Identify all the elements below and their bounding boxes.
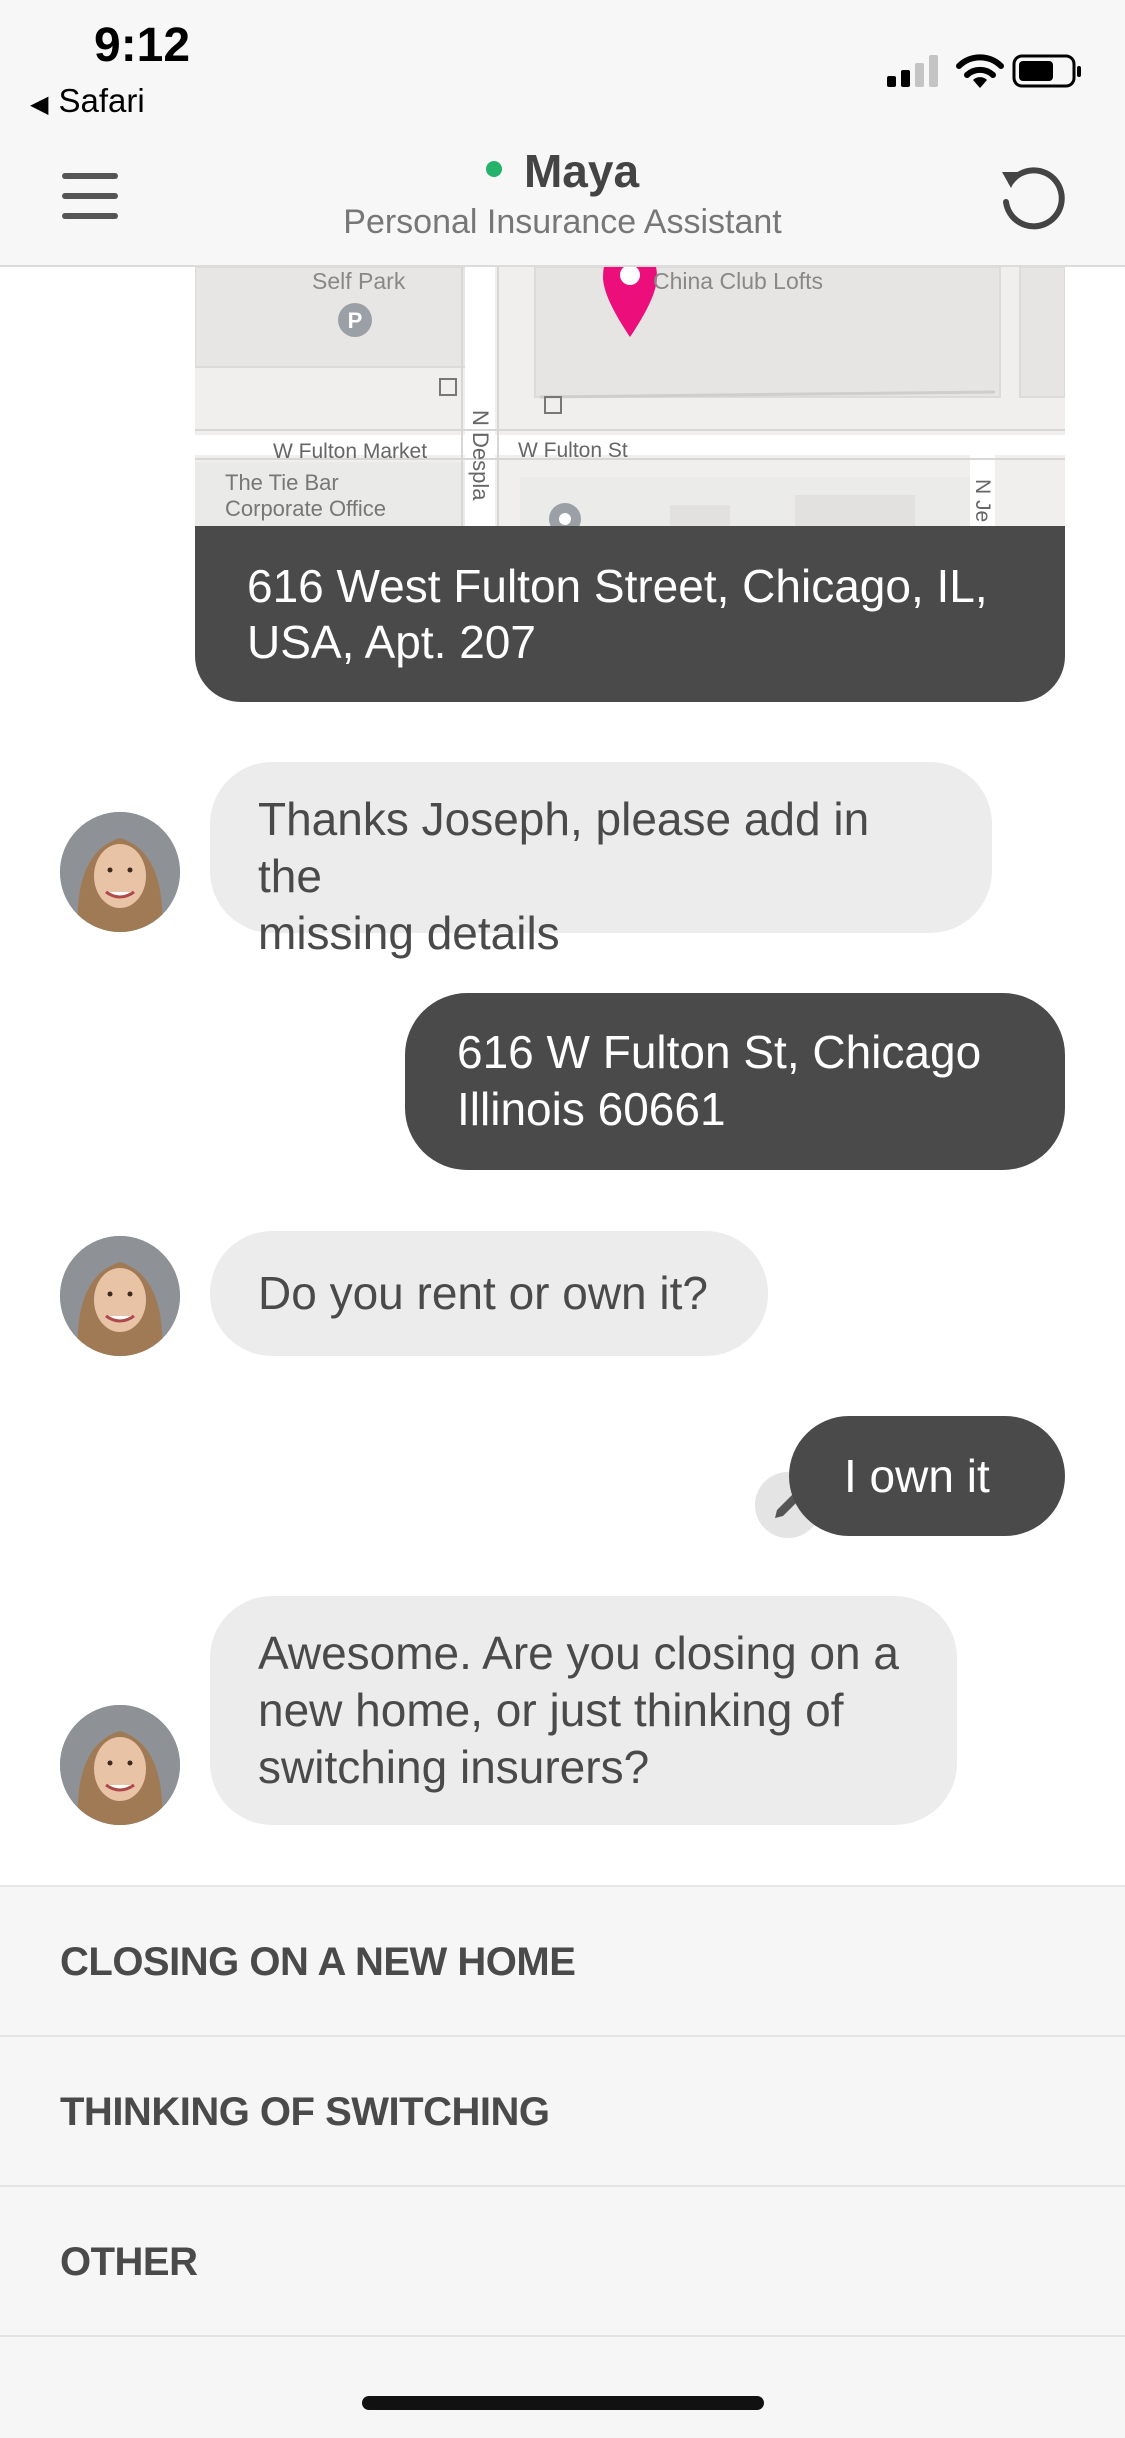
refresh-button[interactable] bbox=[997, 162, 1067, 232]
status-time: 9:12 bbox=[94, 19, 191, 72]
quick-reply-thinking-of-switching[interactable]: THINKING OF SWITCHING bbox=[0, 2037, 1125, 2187]
message-text: Do you rent or own it? bbox=[258, 1267, 709, 1319]
message-text: I own it bbox=[844, 1450, 990, 1502]
assistant-subtitle: Personal Insurance Assistant bbox=[343, 203, 782, 241]
map-label-n-despla: N Despla bbox=[468, 410, 493, 501]
map-label-w-fulton-st: W Fulton St bbox=[518, 439, 628, 462]
assistant-message-bubble: Do you rent or own it? bbox=[210, 1231, 768, 1356]
chat-header: Maya Personal Insurance Assistant bbox=[0, 130, 1125, 267]
quick-replies: CLOSING ON A NEW HOME THINKING OF SWITCH… bbox=[0, 1885, 1125, 2438]
map-label-n-je: N Je bbox=[971, 479, 994, 522]
map-label-w-fulton-market: W Fulton Market bbox=[273, 440, 427, 463]
assistant-message-bubble: Awesome. Are you closing on a new home, … bbox=[210, 1596, 957, 1825]
svg-text:P: P bbox=[348, 308, 363, 333]
quick-reply-other[interactable]: OTHER bbox=[0, 2187, 1125, 2337]
chat-messages[interactable]: P Self Park China Club Lofts W Fulton Ma… bbox=[0, 267, 1125, 1885]
map-label-china-club: China Club Lofts bbox=[653, 268, 823, 294]
back-to-safari-link[interactable]: ◀ Safari bbox=[30, 82, 145, 120]
status-icons bbox=[885, 50, 1085, 95]
assistant-message-bubble: Thanks Joseph, please add in the missing… bbox=[210, 762, 992, 959]
assistant-avatar bbox=[60, 1236, 180, 1356]
message-line: missing details bbox=[258, 907, 560, 959]
map-label-self-park: Self Park bbox=[312, 268, 406, 294]
user-message-bubble[interactable]: I own it bbox=[789, 1416, 1065, 1536]
refresh-icon bbox=[1002, 167, 1065, 230]
home-indicator[interactable] bbox=[362, 2396, 764, 2410]
map-label-tie-bar: The Tie Bar bbox=[225, 470, 339, 495]
location-map[interactable]: P Self Park China Club Lofts W Fulton Ma… bbox=[195, 267, 1065, 535]
message-line: Awesome. Are you closing on a bbox=[258, 1627, 899, 1679]
assistant-avatar bbox=[60, 812, 180, 932]
back-arrow-icon: ◀ bbox=[30, 91, 49, 118]
user-message-bubble: 616 W Fulton St, Chicago Illinois 60661 bbox=[405, 993, 1065, 1170]
back-app-label: Safari bbox=[58, 82, 145, 119]
assistant-avatar bbox=[60, 1705, 180, 1825]
message-line: 616 W Fulton St, Chicago bbox=[457, 1026, 982, 1078]
message-line: Thanks Joseph, please add in the bbox=[258, 793, 870, 902]
battery-icon bbox=[1012, 54, 1081, 88]
message-line: switching insurers? bbox=[258, 1741, 650, 1793]
online-status-icon bbox=[485, 160, 502, 177]
quick-reply-closing-on-new-home[interactable]: CLOSING ON A NEW HOME bbox=[0, 1887, 1125, 2037]
map-address-text: 616 West Fulton Street, Chicago, IL, USA… bbox=[195, 526, 1065, 702]
status-bar: 9:12 ◀ Safari bbox=[0, 0, 1125, 130]
assistant-name: Maya bbox=[0, 144, 1125, 198]
map-message[interactable]: P Self Park China Club Lofts W Fulton Ma… bbox=[195, 267, 1065, 702]
message-line: new home, or just thinking of bbox=[258, 1684, 844, 1736]
assistant-name-text: Maya bbox=[523, 145, 640, 197]
map-label-corporate-office: Corporate Office bbox=[225, 496, 386, 521]
wifi-icon bbox=[956, 54, 1004, 88]
message-line: Illinois 60661 bbox=[457, 1083, 726, 1135]
cellular-signal-icon bbox=[887, 55, 938, 87]
